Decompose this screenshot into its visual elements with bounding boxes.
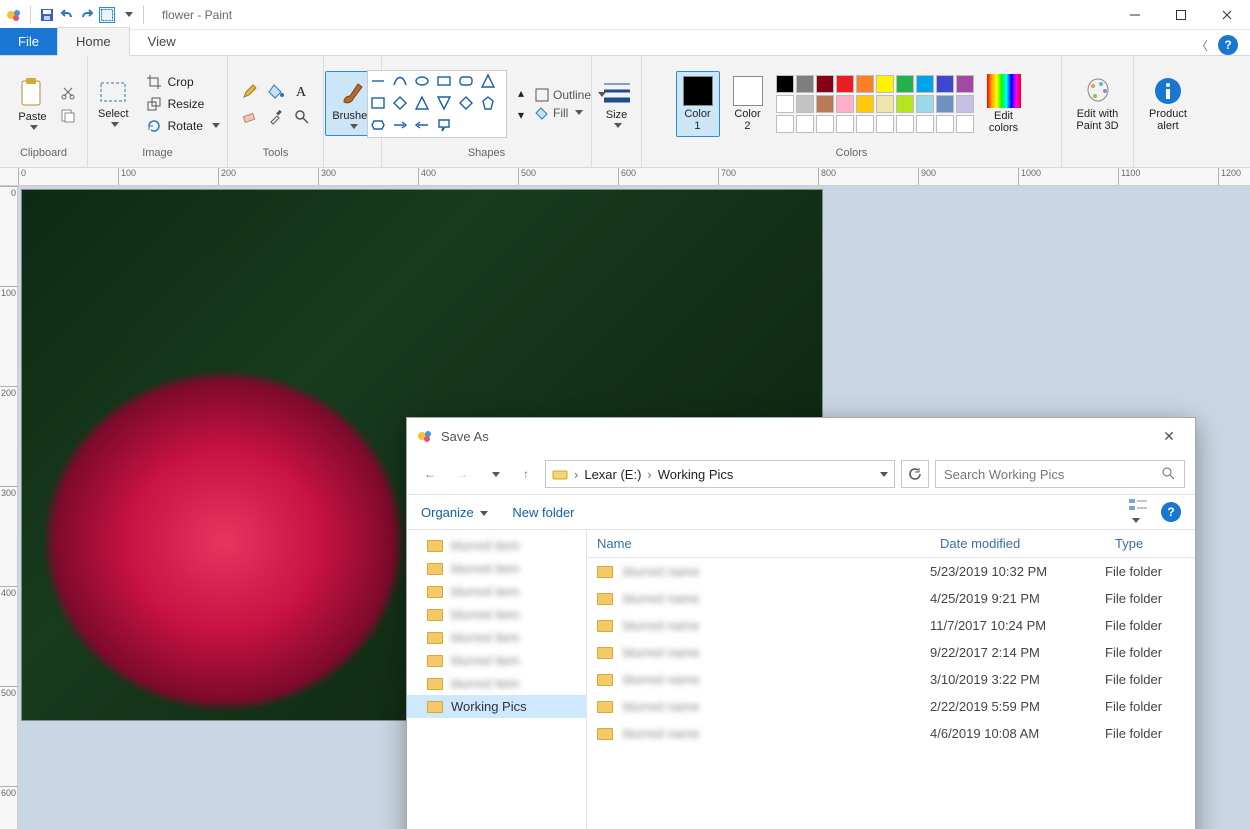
size-button[interactable]: Size xyxy=(594,74,640,133)
tree-item[interactable]: blurred item xyxy=(407,580,586,603)
shape-scroll-down-icon[interactable]: ▾ xyxy=(513,107,529,123)
product-alert-button[interactable]: Product alert xyxy=(1142,71,1194,137)
resize-button[interactable]: Resize xyxy=(142,95,224,113)
list-item[interactable]: blurred name3/10/2019 3:22 PMFile folder xyxy=(587,666,1195,693)
nav-up-icon[interactable]: ↑ xyxy=(513,461,539,487)
tab-file[interactable]: File xyxy=(0,28,57,55)
refresh-button[interactable] xyxy=(901,460,929,488)
svg-text:A: A xyxy=(296,85,307,99)
shape-scroll-up-icon[interactable]: ▴ xyxy=(513,85,529,101)
file-list[interactable]: blurred name5/23/2019 10:32 PMFile folde… xyxy=(587,558,1195,829)
ruler-vertical: 0100200300400500600 xyxy=(0,186,18,829)
save-icon[interactable] xyxy=(39,7,55,23)
group-colors-caption: Colors xyxy=(650,147,1053,165)
help-icon[interactable]: ? xyxy=(1218,35,1238,55)
dialog-close-icon[interactable]: ✕ xyxy=(1153,428,1185,445)
shape-gallery[interactable] xyxy=(367,70,507,138)
eraser-tool-icon[interactable] xyxy=(239,106,261,128)
nav-forward-icon[interactable]: → xyxy=(449,461,475,487)
list-item[interactable]: blurred name4/25/2019 9:21 PMFile folder xyxy=(587,585,1195,612)
color-palette-row1[interactable] xyxy=(776,75,974,93)
column-headers[interactable]: Name Date modified Type xyxy=(587,530,1195,558)
rotate-button[interactable]: Rotate xyxy=(142,117,224,135)
color-palette-row3[interactable] xyxy=(776,115,974,133)
undo-icon[interactable] xyxy=(59,7,75,23)
drive-icon xyxy=(552,466,568,482)
tree-item[interactable]: blurred item xyxy=(407,534,586,557)
group-clipboard-caption: Clipboard xyxy=(8,147,79,165)
nav-recent-icon[interactable] xyxy=(481,461,507,487)
address-bar[interactable]: › Lexar (E:) › Working Pics xyxy=(545,460,895,488)
edit-colors-button[interactable]: Edit colors xyxy=(980,69,1028,139)
title-bar: flower - Paint xyxy=(0,0,1250,30)
pencil-tool-icon[interactable] xyxy=(239,80,261,102)
text-tool-icon[interactable]: A xyxy=(291,80,313,102)
color1-button[interactable]: Color 1 xyxy=(676,71,720,137)
dialog-app-icon xyxy=(417,428,433,444)
redo-icon[interactable] xyxy=(79,7,95,23)
maximize-button[interactable] xyxy=(1158,0,1204,30)
app-icon xyxy=(6,7,22,23)
folder-tree[interactable]: blurred itemblurred itemblurred itemblur… xyxy=(407,530,587,829)
breadcrumb-folder[interactable]: Working Pics xyxy=(658,467,734,482)
paste-button[interactable]: Paste xyxy=(11,72,53,135)
view-options-icon[interactable] xyxy=(1129,498,1147,527)
save-as-dialog: Save As ✕ ← → ↑ › Lexar (E:) › Working P… xyxy=(406,417,1196,829)
list-item[interactable]: blurred name11/7/2017 10:24 PMFile folde… xyxy=(587,612,1195,639)
tree-item[interactable]: blurred item xyxy=(407,557,586,580)
canvas-area[interactable]: Save As ✕ ← → ↑ › Lexar (E:) › Working P… xyxy=(18,186,1250,829)
group-image-caption: Image xyxy=(96,147,219,165)
close-button[interactable] xyxy=(1204,0,1250,30)
list-item[interactable]: blurred name5/23/2019 10:32 PMFile folde… xyxy=(587,558,1195,585)
collapse-ribbon-icon[interactable]: 〈 xyxy=(1196,37,1208,54)
color-palette-row2[interactable] xyxy=(776,95,974,113)
list-item[interactable]: blurred name9/22/2017 2:14 PMFile folder xyxy=(587,639,1195,666)
search-placeholder: Search Working Pics xyxy=(944,467,1064,482)
fill-tool-icon[interactable] xyxy=(265,80,287,102)
qat-dropdown-icon[interactable] xyxy=(119,7,135,23)
cut-icon[interactable] xyxy=(60,84,76,100)
ruler-horizontal: 0100200300400500600700800900100011001200 xyxy=(0,168,1250,186)
search-icon xyxy=(1162,467,1176,481)
tree-item[interactable]: blurred item xyxy=(407,672,586,695)
dialog-help-icon[interactable]: ? xyxy=(1161,502,1181,522)
magnifier-tool-icon[interactable] xyxy=(291,106,313,128)
tree-item[interactable]: Working Pics xyxy=(407,695,586,718)
picker-tool-icon[interactable] xyxy=(265,106,287,128)
edit-paint3d-button[interactable]: Edit with Paint 3D xyxy=(1069,71,1125,137)
minimize-button[interactable] xyxy=(1112,0,1158,30)
address-dropdown-icon[interactable] xyxy=(880,472,888,477)
ribbon-tabs: File Home View 〈 ? xyxy=(0,30,1250,56)
select-button[interactable]: Select xyxy=(91,75,136,132)
tree-item[interactable]: blurred item xyxy=(407,649,586,672)
copy-icon[interactable] xyxy=(60,108,76,124)
organize-button[interactable]: Organize xyxy=(421,505,488,520)
search-input[interactable]: Search Working Pics xyxy=(935,460,1185,488)
list-item[interactable]: blurred name2/22/2019 5:59 PMFile folder xyxy=(587,693,1195,720)
list-item[interactable]: blurred name4/6/2019 10:08 AMFile folder xyxy=(587,720,1195,747)
qat-select-icon[interactable] xyxy=(99,7,115,23)
tab-view[interactable]: View xyxy=(130,28,194,55)
window-title: flower - Paint xyxy=(162,8,232,22)
tab-home[interactable]: Home xyxy=(57,27,130,56)
breadcrumb-drive[interactable]: Lexar (E:) xyxy=(584,467,641,482)
tree-item[interactable]: blurred item xyxy=(407,626,586,649)
nav-back-icon[interactable]: ← xyxy=(417,461,443,487)
crop-button[interactable]: Crop xyxy=(142,73,224,91)
new-folder-button[interactable]: New folder xyxy=(512,505,574,520)
color2-button[interactable]: Color 2 xyxy=(726,71,770,137)
dialog-title: Save As xyxy=(441,429,489,444)
group-tools-caption: Tools xyxy=(236,147,315,165)
ribbon: Paste Clipboard Select Crop Resize Rotat… xyxy=(0,56,1250,168)
group-shapes-caption: Shapes xyxy=(390,147,583,165)
tree-item[interactable]: blurred item xyxy=(407,603,586,626)
